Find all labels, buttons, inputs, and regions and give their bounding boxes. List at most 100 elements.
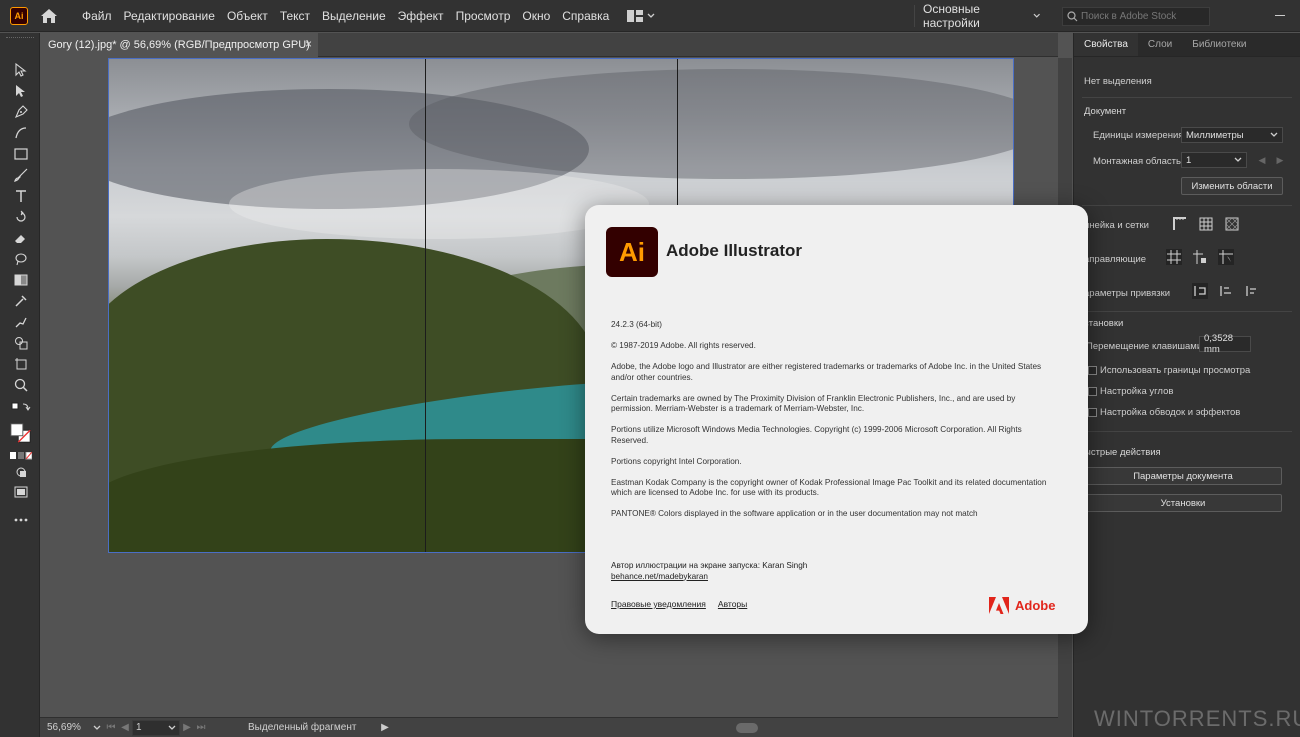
adobe-wordmark: Adobe <box>1015 598 1056 613</box>
pen-tool-icon[interactable] <box>10 103 32 121</box>
document-section-header: Документ <box>1084 106 1127 117</box>
units-value: Миллиметры <box>1186 129 1244 141</box>
paintbrush-tool-icon[interactable] <box>10 166 32 184</box>
screen-mode-icon[interactable] <box>10 483 32 501</box>
workspace-switcher[interactable]: Основные настройки <box>914 2 1048 30</box>
swap-colors-icon[interactable] <box>10 399 32 417</box>
previous-artboard-icon[interactable]: ◀ <box>118 722 132 733</box>
legal-paragraph: Portions utilize Microsoft Windows Media… <box>611 425 1022 445</box>
vertical-guide[interactable] <box>425 59 426 552</box>
divider <box>1082 205 1292 206</box>
rectangle-tool-icon[interactable] <box>10 145 32 163</box>
eyedropper-tool-icon[interactable] <box>10 292 32 310</box>
snap-to-glyph-icon[interactable] <box>1244 283 1260 299</box>
chevron-down-icon <box>93 725 101 730</box>
artboard-label: Монтажная область: <box>1093 156 1184 167</box>
tab-properties[interactable]: Свойства <box>1074 33 1138 56</box>
zoom-level-value: 56,69% <box>47 722 81 733</box>
next-artboard-icon[interactable]: ▶ <box>1272 152 1288 168</box>
rulers-grids-label: инейка и сетки <box>1084 220 1149 231</box>
scale-strokes-label: Настройка обводок и эффектов <box>1100 407 1241 418</box>
document-tab-bar: Gory (12).jpg* @ 56,69% (RGB/Предпросмот… <box>40 33 1058 57</box>
ruler-icon[interactable] <box>1172 216 1188 232</box>
curvature-tool-icon[interactable] <box>10 124 32 142</box>
preferences-button[interactable]: Установки <box>1084 494 1282 512</box>
home-icon[interactable] <box>38 5 60 27</box>
puppet-warp-tool-icon[interactable] <box>10 313 32 331</box>
use-preview-bounds-label: Использовать границы просмотра <box>1100 365 1251 376</box>
first-artboard-icon[interactable]: ⏮ <box>104 722 118 733</box>
zoom-level-select[interactable]: 56,69% <box>44 720 104 736</box>
tab-libraries[interactable]: Библиотеки <box>1182 33 1256 56</box>
fill-stroke-swatches[interactable] <box>10 421 32 445</box>
lock-guides-icon[interactable] <box>1192 249 1208 265</box>
copyright-text: © 1987-2019 Adobe. All rights reserved. <box>611 341 756 350</box>
adobe-logo-icon <box>989 597 1009 614</box>
arrange-documents-button[interactable] <box>627 9 655 22</box>
search-icon <box>1067 11 1078 22</box>
snap-to-point-icon[interactable] <box>1192 283 1208 299</box>
direct-selection-tool-icon[interactable] <box>10 82 32 100</box>
about-legal-text[interactable]: 24.2.3 (64-bit) © 1987-2019 Adobe. All r… <box>611 320 1047 520</box>
document-tab[interactable]: Gory (12).jpg* @ 56,69% (RGB/Предпросмот… <box>40 33 318 57</box>
selection-tool-icon[interactable] <box>10 61 32 79</box>
menu-select[interactable]: Выделение <box>316 0 392 32</box>
snap-to-pixel-icon[interactable] <box>1218 283 1234 299</box>
scrollbar-thumb[interactable] <box>736 723 758 733</box>
menu-window[interactable]: Окно <box>516 0 556 32</box>
zoom-tool-icon[interactable] <box>10 376 32 394</box>
menu-object[interactable]: Объект <box>221 0 274 32</box>
next-artboard-icon[interactable]: ▶ <box>180 722 194 733</box>
show-guides-icon[interactable] <box>1166 249 1182 265</box>
menu-view[interactable]: Просмотр <box>450 0 517 32</box>
edit-toolbar-more-icon[interactable] <box>10 511 32 529</box>
units-label: Единицы измерения: <box>1093 130 1187 141</box>
minimize-button[interactable] <box>1260 0 1300 32</box>
menu-file[interactable]: Файл <box>76 0 118 32</box>
artboard-number-select[interactable]: 1 <box>132 719 180 736</box>
close-tab-icon[interactable]: × <box>305 37 312 51</box>
site-watermark: WINTORRENTS.RU <box>1094 706 1300 731</box>
last-artboard-icon[interactable]: ⏭ <box>194 722 208 733</box>
behance-link[interactable]: behance.net/madebykaran <box>611 572 807 583</box>
panel-tabs: Свойства Слои Библиотеки <box>1074 33 1300 57</box>
stock-search-input[interactable]: Поиск в Adobe Stock <box>1062 7 1210 26</box>
menu-edit[interactable]: Редактирование <box>118 0 221 32</box>
document-setup-button[interactable]: Параметры документа <box>1084 467 1282 485</box>
shape-builder-tool-icon[interactable] <box>10 334 32 352</box>
divider <box>1082 311 1292 312</box>
previous-artboard-icon[interactable]: ◀ <box>1254 152 1270 168</box>
units-select[interactable]: Миллиметры <box>1181 127 1283 143</box>
legal-notices-link[interactable]: Правовые уведомления <box>611 599 706 609</box>
status-menu-arrow-icon[interactable]: ▶ <box>378 722 392 733</box>
smart-guides-icon[interactable] <box>1218 249 1234 265</box>
transparency-grid-icon[interactable] <box>1224 216 1240 232</box>
authors-link[interactable]: Авторы <box>718 599 747 609</box>
menu-help[interactable]: Справка <box>556 0 615 32</box>
menu-effect[interactable]: Эффект <box>392 0 450 32</box>
draw-mode-icon[interactable] <box>10 463 32 481</box>
keyboard-increment-input[interactable]: 0,3528 mm <box>1199 333 1251 355</box>
panel-grip[interactable] <box>6 37 34 40</box>
use-preview-bounds-checkbox[interactable] <box>1088 366 1097 375</box>
snap-options-label: араметры привязки <box>1084 288 1171 299</box>
divider <box>1082 97 1292 98</box>
preferences-section-header: становки <box>1084 318 1124 329</box>
edit-artboards-button[interactable]: Изменить области <box>1181 177 1283 195</box>
keyboard-increment-label: Перемещение клавишами: <box>1086 341 1205 352</box>
gradient-tool-icon[interactable] <box>10 271 32 289</box>
scale-corners-checkbox[interactable] <box>1088 387 1097 396</box>
grid-icon[interactable] <box>1198 216 1214 232</box>
artboard-select[interactable]: 1 <box>1181 152 1247 168</box>
chevron-down-icon <box>168 725 176 730</box>
lasso-tool-icon[interactable] <box>10 250 32 268</box>
tab-layers[interactable]: Слои <box>1138 33 1182 56</box>
rotate-tool-icon[interactable] <box>10 208 32 226</box>
scale-strokes-checkbox[interactable] <box>1088 408 1097 417</box>
chevron-down-icon <box>647 13 655 18</box>
horizontal-scrollbar[interactable] <box>436 723 1052 733</box>
menu-type[interactable]: Текст <box>274 0 316 32</box>
eraser-tool-icon[interactable] <box>10 229 32 247</box>
artboard-tool-icon[interactable] <box>10 355 32 373</box>
type-tool-icon[interactable] <box>10 187 32 205</box>
